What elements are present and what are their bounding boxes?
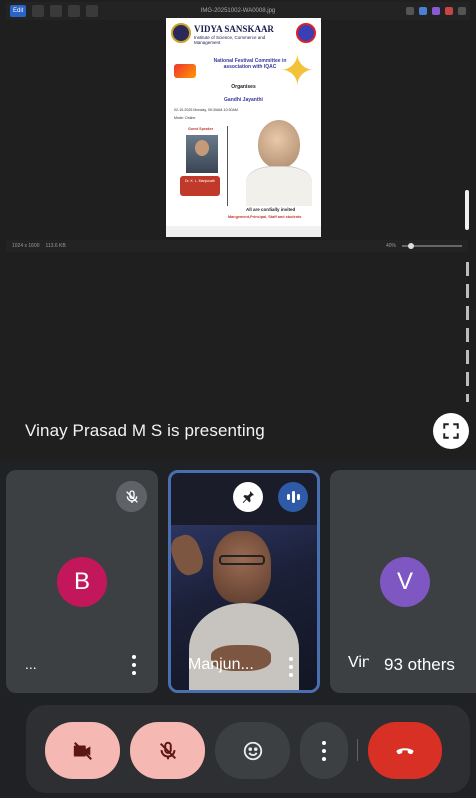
viewer-app-icon	[458, 7, 466, 15]
gandhi-portrait	[244, 118, 314, 206]
emoji-icon	[243, 741, 262, 760]
reactions-button[interactable]	[215, 722, 290, 779]
mic-toggle-button[interactable]	[130, 722, 205, 779]
viewer-app-icon	[419, 7, 427, 15]
viewer-app-icon	[406, 7, 414, 15]
portrait-head	[258, 120, 300, 168]
participant-name: Manjun...	[188, 656, 254, 673]
viewer-dimensions: 1024 x 1600	[12, 243, 40, 249]
guest-photo	[186, 135, 218, 173]
participant-name: ...	[25, 656, 37, 672]
viewer-edit-button: Edit	[10, 5, 27, 17]
poster-subtitle: Institute of Science, Commerce and Manag…	[194, 35, 266, 45]
mic-off-icon	[125, 489, 138, 503]
poster-brand: VIDYA SANSKAAR	[194, 24, 274, 34]
more-options-button[interactable]	[285, 655, 297, 679]
more-options-button[interactable]	[300, 722, 348, 779]
audio-level-icon	[278, 482, 308, 512]
avatar: V	[380, 557, 430, 607]
viewer-window-controls	[406, 7, 466, 15]
more-options-button[interactable]	[128, 653, 140, 677]
poster-heading: National Festival Committee in associati…	[213, 58, 287, 70]
video-glasses	[219, 555, 265, 565]
viewer-app-icon	[445, 7, 453, 15]
pin-icon	[242, 491, 254, 503]
poster-guest-label: Guest Speaker	[188, 127, 214, 131]
poster-divider	[227, 126, 228, 206]
call-controls	[26, 705, 470, 793]
viewer-file-title: IMG-20251002-WA0008.jpg	[200, 8, 276, 14]
camera-off-icon	[73, 741, 92, 760]
viewer-zoom-controls: 40%	[386, 243, 462, 249]
poster-audience: Mangement,Principal, Staff and students	[228, 215, 302, 219]
poster-mode: Mode: Online	[174, 116, 196, 120]
viewer-app-icon	[432, 7, 440, 15]
video-head	[213, 531, 271, 603]
emblem-logo	[296, 23, 316, 43]
pin-button[interactable]	[233, 482, 263, 512]
nfc-logo	[174, 64, 196, 78]
others-count-button[interactable]: 93 others	[368, 645, 471, 685]
meet-call-screen: Edit IMG-20251002-WA0008.jpg VIDYA SANSK…	[0, 0, 476, 798]
end-call-button[interactable]	[368, 722, 442, 779]
end-call-icon	[396, 747, 414, 754]
fullscreen-icon	[443, 423, 459, 439]
poster-datetime: 02-10-2025 Monday, 09:30AM-10:30AM	[174, 108, 238, 112]
poster-event-title: Gandhi Jayanthi	[224, 97, 263, 103]
image-viewer-statusbar: 1024 x 1600 113.6 KB 40%	[6, 240, 468, 252]
camera-toggle-button[interactable]	[45, 722, 120, 779]
viewer-tool-icon	[68, 5, 81, 17]
mic-off-badge	[116, 481, 147, 512]
participant-tile[interactable]: B ...	[6, 470, 158, 693]
poster-footer	[166, 226, 321, 237]
event-poster: VIDYA SANSKAAR Institute of Science, Com…	[166, 18, 321, 237]
scroll-track	[466, 262, 469, 402]
fullscreen-button[interactable]	[433, 413, 469, 449]
scroll-indicator	[465, 190, 469, 230]
viewer-zoom-level: 40%	[385, 243, 396, 249]
mic-off-icon	[159, 741, 176, 759]
presenting-banner: Vinay Prasad M S is presenting	[25, 421, 265, 440]
viewer-zoom-slider	[402, 243, 462, 249]
more-vert-icon	[318, 739, 330, 763]
viewer-tool-icon	[32, 5, 45, 17]
poster-guest-name: Dr. K. L. Manjunath	[180, 176, 220, 196]
participant-tile-active[interactable]: Manjun...	[168, 470, 320, 693]
viewer-tool-icon	[50, 5, 63, 17]
controls-divider	[357, 739, 358, 761]
poster-invite: All are cordially invited	[246, 207, 296, 212]
institute-logo	[171, 23, 191, 43]
viewer-filesize: 113.6 KB	[45, 243, 66, 249]
video-hand	[171, 531, 207, 579]
portrait-body	[246, 166, 312, 206]
poster-organises: Organises	[231, 84, 256, 90]
shared-screen: Edit IMG-20251002-WA0008.jpg VIDYA SANSK…	[0, 0, 476, 461]
avatar: B	[57, 557, 107, 607]
viewer-tool-icon	[86, 5, 99, 17]
